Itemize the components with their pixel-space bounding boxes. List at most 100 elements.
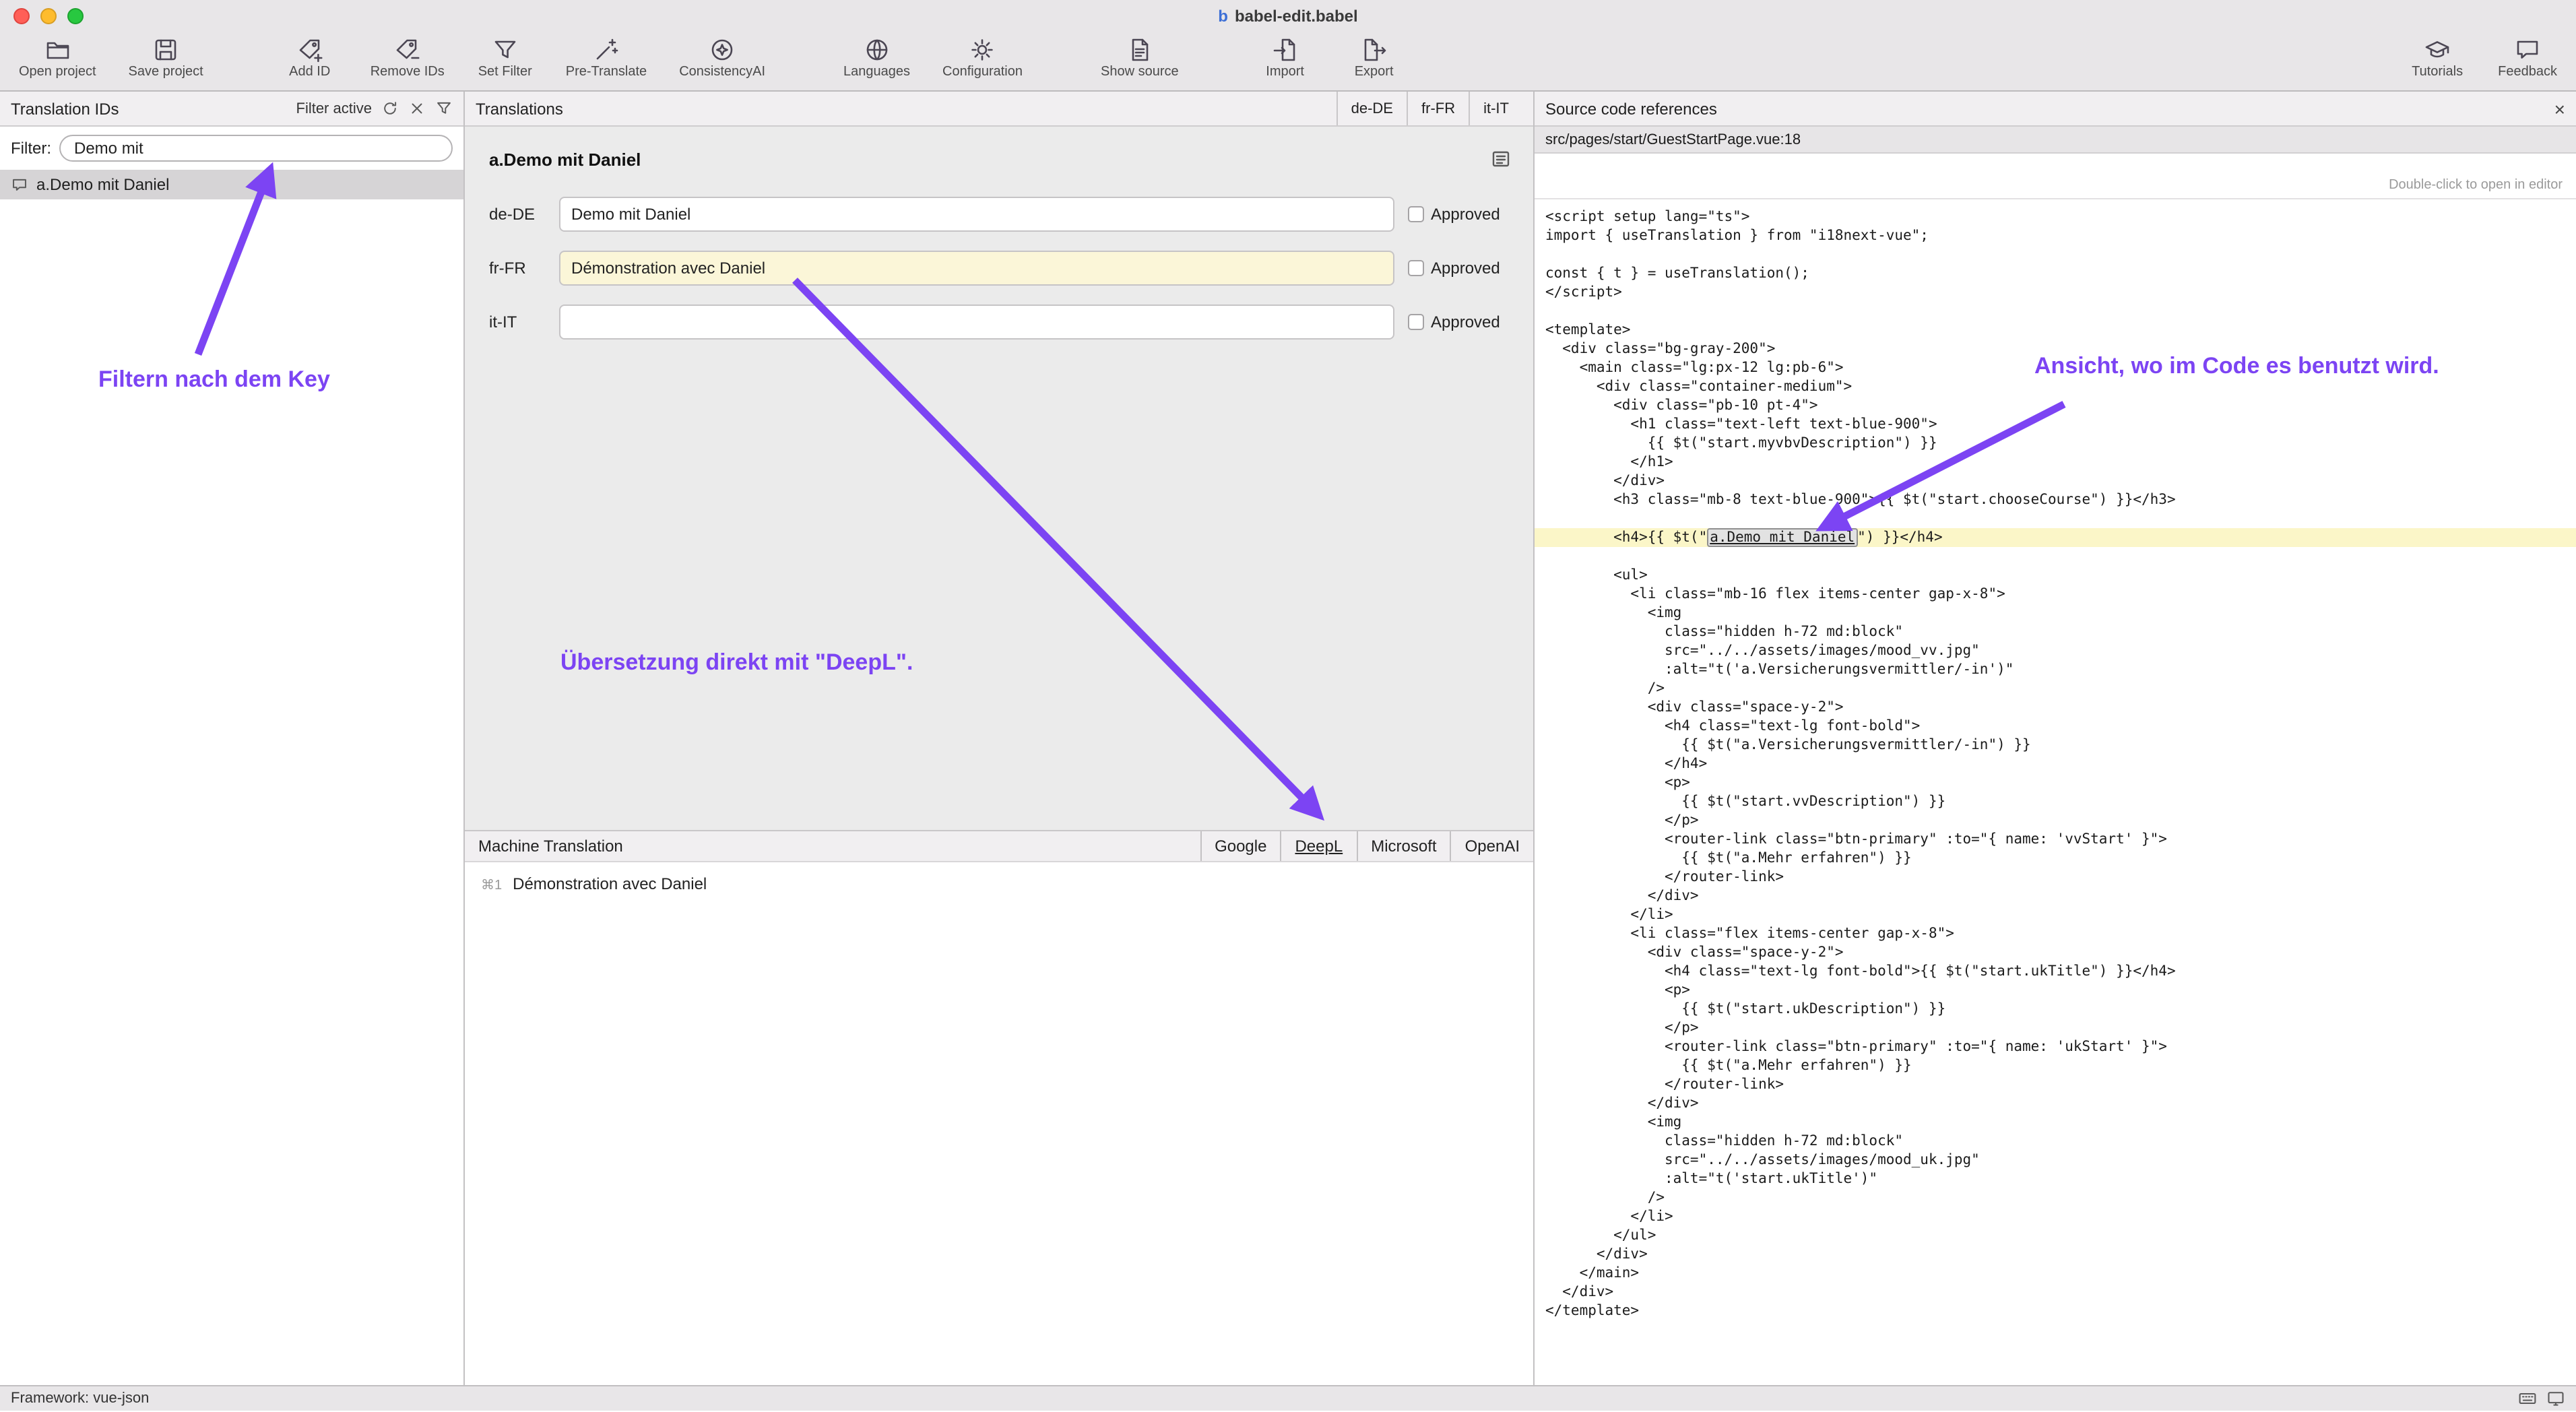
code-line: </div> bbox=[1535, 472, 2576, 490]
source-code-panel: Source code references × src/pages/start… bbox=[1535, 92, 2576, 1385]
filter-icon[interactable] bbox=[435, 100, 453, 117]
code-line: {{ $t("start.vvDescription") }} bbox=[1535, 792, 2576, 811]
code-line: :alt="t('a.Versicherungsvermittler/-in')… bbox=[1535, 660, 2576, 679]
code-line: </div> bbox=[1535, 1245, 2576, 1264]
translation-id-item[interactable]: a.Demo mit Daniel bbox=[0, 170, 463, 199]
code-line: </ul> bbox=[1535, 1226, 2576, 1245]
code-line: <div class="pb-10 pt-4"> bbox=[1535, 396, 2576, 415]
toolbar-label: Open project bbox=[19, 65, 96, 79]
language-tabs: de-DE fr-FR it-IT bbox=[1337, 92, 1522, 125]
code-line: </main> bbox=[1535, 1264, 2576, 1283]
code-line: <h1 class="text-left text-blue-900"> bbox=[1535, 415, 2576, 434]
translation-row: it-IT Approved bbox=[486, 304, 1514, 340]
translations-header: Translations de-DE fr-FR it-IT bbox=[465, 92, 1533, 127]
source-reference-tab[interactable]: src/pages/start/GuestStartPage.vue:18 bbox=[1535, 127, 2576, 154]
checkbox-icon[interactable] bbox=[1408, 206, 1424, 222]
toolbar-label: Configuration bbox=[942, 65, 1023, 79]
code-line: {{ $t("start.ukDescription") }} bbox=[1535, 1000, 2576, 1019]
code-line: <router-link class="btn-primary" :to="{ … bbox=[1535, 830, 2576, 849]
code-line: </h4> bbox=[1535, 755, 2576, 773]
code-line: <main class="lg:px-12 lg:pb-6"> bbox=[1535, 358, 2576, 377]
source-code-title: Source code references bbox=[1545, 99, 1717, 118]
code-view[interactable]: <script setup lang="ts">import { useTran… bbox=[1535, 199, 2576, 1385]
code-line bbox=[1535, 302, 2576, 321]
language-label: it-IT bbox=[489, 313, 546, 331]
minimize-window-button[interactable] bbox=[40, 8, 57, 24]
code-line: </h1> bbox=[1535, 453, 2576, 472]
translation-row: fr-FR Approved bbox=[486, 251, 1514, 286]
close-window-button[interactable] bbox=[13, 8, 30, 24]
code-line: </div> bbox=[1535, 1283, 2576, 1302]
code-line bbox=[1535, 245, 2576, 264]
toolbar-add-id-button[interactable]: Add ID bbox=[282, 36, 338, 79]
toolbar-remove-ids-button[interactable]: Remove IDs bbox=[371, 36, 445, 79]
toolbar-tutorials-button[interactable]: Tutorials bbox=[2409, 36, 2466, 79]
approved-checkbox-fr-FR[interactable]: Approved bbox=[1408, 259, 1500, 278]
code-line: src="../../assets/images/mood_vv.jpg" bbox=[1535, 641, 2576, 660]
tab-fr-FR[interactable]: fr-FR bbox=[1407, 92, 1469, 125]
toolbar-pre-translate-button[interactable]: Pre-Translate bbox=[566, 36, 647, 79]
toolbar-open-project-button[interactable]: Open project bbox=[19, 36, 96, 79]
export-icon bbox=[1361, 36, 1388, 63]
toolbar-consistency-ai-button[interactable]: ConsistencyAI bbox=[679, 36, 765, 79]
window-title-text: babel-edit.babel bbox=[1235, 7, 1358, 26]
translation-ids-panel: Translation IDs Filter active Filter: a.… bbox=[0, 92, 465, 1385]
tab-de-DE[interactable]: de-DE bbox=[1337, 92, 1407, 125]
toolbar-export-button[interactable]: Export bbox=[1346, 36, 1403, 79]
provider-microsoft[interactable]: Microsoft bbox=[1356, 831, 1450, 861]
machine-translation-text: Démonstration avec Daniel bbox=[513, 874, 707, 893]
code-line: <li class="flex items-center gap-x-8"> bbox=[1535, 924, 2576, 943]
clear-filter-icon[interactable] bbox=[408, 100, 426, 117]
refresh-filter-icon[interactable] bbox=[381, 100, 399, 117]
code-line: class="hidden h-72 md:block" bbox=[1535, 1132, 2576, 1151]
checkbox-icon[interactable] bbox=[1408, 260, 1424, 276]
statusbar: Framework: vue-json bbox=[0, 1385, 2576, 1411]
translation-input-it-IT[interactable] bbox=[559, 304, 1394, 340]
code-line: {{ $t("start.myvbvDescription") }} bbox=[1535, 434, 2576, 453]
entry-note-icon[interactable] bbox=[1490, 148, 1512, 170]
keyboard-icon[interactable] bbox=[2518, 1389, 2537, 1408]
toolbar-label: Add ID bbox=[289, 65, 330, 79]
provider-google[interactable]: Google bbox=[1200, 831, 1280, 861]
machine-translation-content: ⌘1 Démonstration avec Daniel bbox=[465, 862, 1533, 1385]
provider-buttons: Google DeepL Microsoft OpenAI bbox=[1200, 831, 1533, 861]
app-logo-icon: b bbox=[1218, 7, 1228, 26]
display-icon[interactable] bbox=[2546, 1389, 2565, 1408]
configuration-icon bbox=[969, 36, 996, 63]
code-line: </div> bbox=[1535, 887, 2576, 905]
code-line: <p> bbox=[1535, 981, 2576, 1000]
toolbar-configuration-button[interactable]: Configuration bbox=[942, 36, 1023, 79]
machine-translation-result[interactable]: ⌘1 Démonstration avec Daniel bbox=[481, 874, 1533, 893]
translation-row: de-DE Approved bbox=[486, 197, 1514, 232]
toolbar-set-filter-button[interactable]: Set Filter bbox=[477, 36, 534, 79]
code-line: <img bbox=[1535, 604, 2576, 622]
approved-checkbox-it-IT[interactable]: Approved bbox=[1408, 313, 1500, 331]
translation-input-de-DE[interactable] bbox=[559, 197, 1394, 232]
toolbar-feedback-button[interactable]: Feedback bbox=[2498, 36, 2557, 79]
code-line: </li> bbox=[1535, 1207, 2576, 1226]
highlighted-translation-key[interactable]: a.Demo mit Daniel bbox=[1707, 528, 1857, 547]
code-line: <div class="bg-gray-200"> bbox=[1535, 340, 2576, 358]
toolbar-languages-button[interactable]: Languages bbox=[843, 36, 910, 79]
approved-checkbox-de-DE[interactable]: Approved bbox=[1408, 205, 1500, 224]
provider-openai[interactable]: OpenAI bbox=[1450, 831, 1533, 861]
filter-active-label: Filter active bbox=[296, 100, 373, 117]
toolbar-save-project-button[interactable]: Save project bbox=[129, 36, 203, 79]
code-line: <div class="space-y-2"> bbox=[1535, 943, 2576, 962]
translation-id-label: a.Demo mit Daniel bbox=[36, 175, 169, 194]
tab-it-IT[interactable]: it-IT bbox=[1469, 92, 1522, 125]
toolbar-show-source-button[interactable]: Show source bbox=[1101, 36, 1179, 79]
main-area: Translation IDs Filter active Filter: a.… bbox=[0, 92, 2576, 1385]
zoom-window-button[interactable] bbox=[67, 8, 84, 24]
close-panel-icon[interactable]: × bbox=[2554, 99, 2565, 118]
languages-icon bbox=[864, 36, 891, 63]
checkbox-icon[interactable] bbox=[1408, 314, 1424, 330]
language-label: fr-FR bbox=[489, 259, 546, 278]
filter-input[interactable] bbox=[59, 135, 453, 162]
window-title: b babel-edit.babel bbox=[1218, 0, 1357, 32]
tutorials-icon bbox=[2424, 36, 2451, 63]
toolbar-label: Import bbox=[1266, 65, 1304, 79]
translation-input-fr-FR[interactable] bbox=[559, 251, 1394, 286]
toolbar-import-button[interactable]: Import bbox=[1257, 36, 1314, 79]
provider-deepl[interactable]: DeepL bbox=[1280, 831, 1356, 861]
